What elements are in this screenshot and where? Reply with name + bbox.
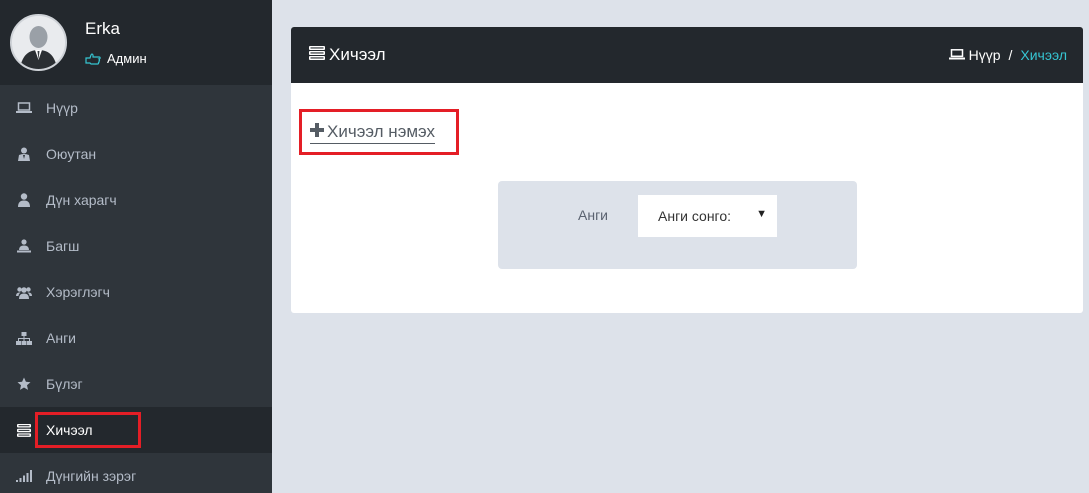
sidebar-item-label: Бүлэг	[46, 376, 83, 392]
stack-icon	[16, 422, 32, 438]
laptop-icon	[16, 100, 32, 116]
sidebar-item-label: Нүүр	[46, 100, 78, 116]
sidebar-item-class[interactable]: Анги	[0, 315, 272, 361]
class-select-value: Анги сонго:	[658, 208, 732, 224]
sidebar-item-label: Анги	[46, 330, 76, 346]
user-profile: Erka Админ	[0, 0, 272, 85]
sidebar-item-lesson[interactable]: Хичээл	[0, 407, 272, 453]
class-filter-label: Анги	[578, 207, 608, 223]
breadcrumb-home-label: Нүүр	[968, 47, 1001, 63]
breadcrumb: Нүүр / Хичээл	[948, 47, 1067, 63]
add-lesson-button[interactable]: Хичээл нэмэх	[310, 122, 436, 144]
sidebar-item-grade-viewer[interactable]: Дүн харагч	[0, 177, 272, 223]
user-icon	[16, 192, 32, 208]
add-lesson-label: Хичээл нэмэх	[327, 122, 436, 141]
sidebar-item-label: Дүн харагч	[46, 192, 117, 208]
stack-icon	[309, 45, 325, 65]
sidebar-menu: Нүүр Оюутан Дүн харагч Багш Хэрэглэгч Ан…	[0, 85, 272, 493]
user-role: Админ	[85, 51, 147, 66]
caret-down-icon: ▼	[756, 208, 767, 220]
page-title-label: Хичээл	[329, 45, 386, 64]
star-icon	[16, 376, 32, 392]
sidebar-item-label: Оюутан	[46, 146, 97, 162]
signal-bars-icon	[16, 468, 32, 484]
sidebar-item-home[interactable]: Нүүр	[0, 85, 272, 131]
breadcrumb-home[interactable]: Нүүр	[948, 47, 1001, 63]
avatar[interactable]	[10, 14, 67, 71]
sidebar-item-label: Дүнгийн зэрэг	[46, 468, 137, 484]
lesson-panel: Хичээл Нүүр / Хичээл Хичээл нэмэх Анги А…	[291, 27, 1083, 313]
user-tie-icon	[16, 146, 32, 162]
laptop-icon	[948, 47, 965, 63]
hand-pointer-icon	[85, 52, 101, 65]
user-name: Erka	[85, 19, 120, 38]
sidebar-item-users[interactable]: Хэрэглэгч	[0, 269, 272, 315]
sidebar-item-label: Хичээл	[46, 422, 93, 438]
class-filter: Анги Анги сонго: ▼	[498, 181, 857, 269]
breadcrumb-separator: /	[1008, 47, 1013, 63]
teacher-icon	[16, 238, 32, 254]
sidebar-item-group[interactable]: Бүлэг	[0, 361, 272, 407]
class-select[interactable]: Анги сонго: ▼	[638, 195, 777, 237]
sidebar-item-students[interactable]: Оюутан	[0, 131, 272, 177]
panel-header: Хичээл Нүүр / Хичээл	[291, 27, 1083, 83]
user-role-label: Админ	[107, 51, 147, 66]
plus-icon	[310, 122, 324, 142]
sidebar-item-grade-scale[interactable]: Дүнгийн зэрэг	[0, 453, 272, 493]
users-icon	[16, 284, 32, 300]
sidebar-item-teacher[interactable]: Багш	[0, 223, 272, 269]
sidebar-item-label: Багш	[46, 238, 80, 254]
page-title: Хичээл	[309, 45, 386, 65]
sidebar: Erka Админ Нүүр Оюутан Дүн харагч Багш Х…	[0, 0, 272, 493]
sidebar-item-label: Хэрэглэгч	[46, 284, 110, 300]
breadcrumb-current: Хичээл	[1020, 47, 1067, 63]
sitemap-icon	[16, 330, 32, 346]
